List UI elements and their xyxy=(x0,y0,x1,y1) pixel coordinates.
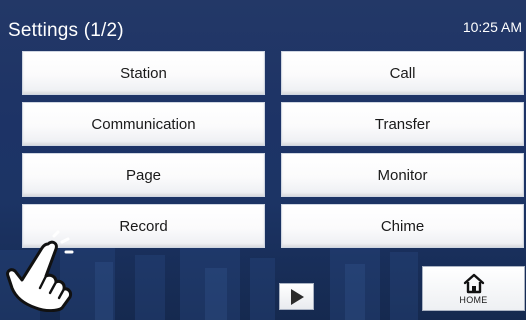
settings-screen: Settings (1/2) 10:25 AM Station Call Com… xyxy=(0,0,526,320)
monitor-button[interactable]: Monitor xyxy=(281,153,524,197)
transfer-button[interactable]: Transfer xyxy=(281,102,524,146)
home-label: HOME xyxy=(459,294,488,305)
station-button[interactable]: Station xyxy=(22,51,265,95)
clock-time: 10:25 AM xyxy=(462,19,522,35)
home-button[interactable]: HOME xyxy=(422,266,525,311)
chime-button[interactable]: Chime xyxy=(281,204,524,248)
play-triangle-icon xyxy=(290,288,304,305)
communication-button[interactable]: Communication xyxy=(22,102,265,146)
house-icon xyxy=(463,273,484,293)
page-button[interactable]: Page xyxy=(22,153,265,197)
page-title: Settings (1/2) xyxy=(8,20,124,41)
call-button[interactable]: Call xyxy=(281,51,524,95)
pointing-hand-icon xyxy=(6,230,74,312)
next-page-button[interactable] xyxy=(279,283,314,310)
